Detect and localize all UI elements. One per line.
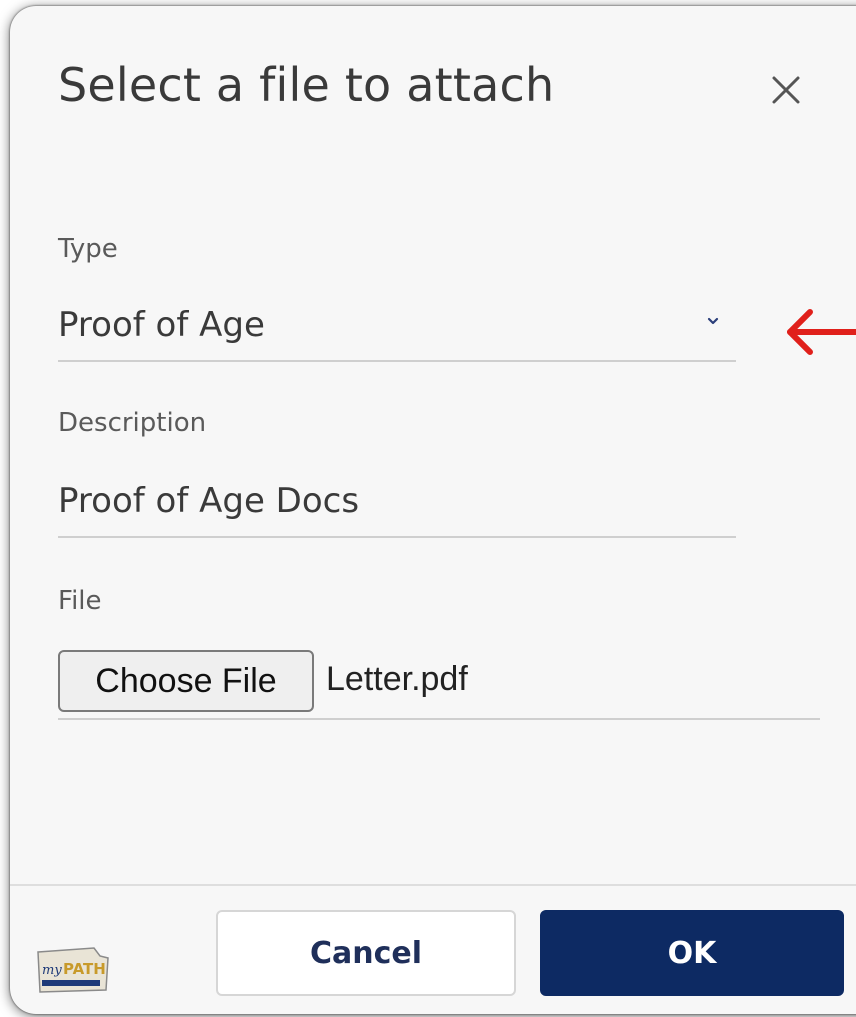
description-underline <box>58 536 736 538</box>
ok-button[interactable]: OK <box>540 910 844 996</box>
chevron-down-icon[interactable] <box>704 314 722 328</box>
footer-divider <box>10 884 856 886</box>
type-underline <box>58 360 736 362</box>
description-input[interactable]: Proof of Age Docs <box>58 484 359 518</box>
attach-file-dialog: Select a file to attach Type Proof of Ag… <box>10 6 856 1014</box>
cancel-button[interactable]: Cancel <box>216 910 516 996</box>
choose-file-button[interactable]: Choose File <box>58 650 314 712</box>
type-select[interactable]: Proof of Age <box>58 288 736 368</box>
mypath-logo: my PATH <box>34 940 112 998</box>
selected-file-name: Letter.pdf <box>326 660 468 698</box>
file-underline <box>58 718 820 720</box>
svg-text:my: my <box>42 963 62 978</box>
svg-text:PATH: PATH <box>63 960 106 978</box>
type-label: Type <box>58 234 118 264</box>
red-arrow-left-icon <box>782 304 856 360</box>
description-label: Description <box>58 408 207 438</box>
file-label: File <box>58 586 102 616</box>
dialog-title: Select a file to attach <box>58 58 555 112</box>
type-selected-value: Proof of Age <box>58 305 265 345</box>
close-icon[interactable] <box>766 70 806 110</box>
